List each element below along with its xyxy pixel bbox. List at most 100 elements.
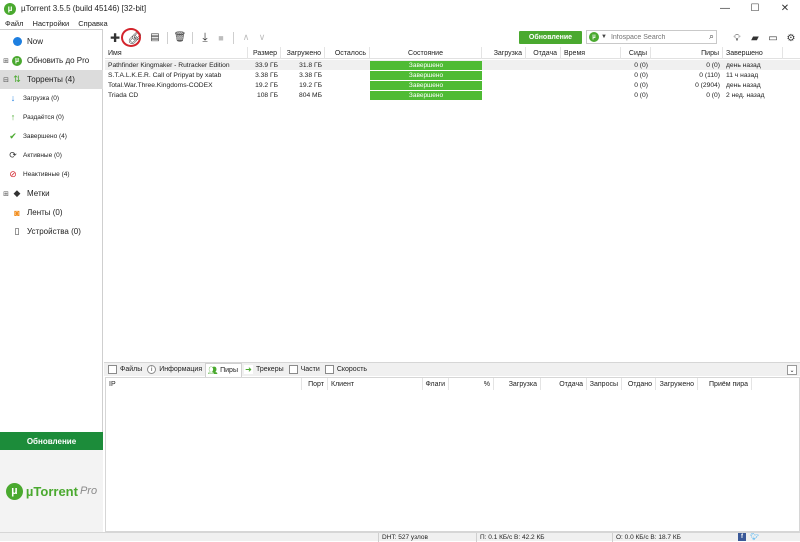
col-requests[interactable]: Запросы — [587, 378, 622, 390]
torrent-size: 3.38 ГБ — [255, 71, 278, 79]
utorrent-pro-promo[interactable]: µ µTorrent Pro — [0, 450, 103, 532]
torrent-size: 108 ГБ — [256, 91, 278, 99]
sidebar-item-label: Раздаётся (0) — [23, 113, 64, 121]
download-start-icon[interactable]: ⤓ — [197, 30, 213, 46]
sidebar-item-labels[interactable]: ⊞ ◆ Метки — [0, 184, 103, 203]
stop-icon[interactable]: ■ — [213, 30, 229, 46]
chevron-down-icon[interactable]: ▼ — [601, 34, 607, 40]
table-row[interactable]: Total.War.Three.Kingdoms-CODEX 19.2 ГБ 1… — [105, 80, 800, 90]
col-peer-upload[interactable]: Отдача — [541, 378, 587, 390]
col-name[interactable]: Имя — [105, 47, 248, 59]
table-row[interactable]: Pathfinder Kingmaker - Rutracker Edition… — [105, 60, 800, 70]
sidebar-item-label: Загрузка (0) — [23, 94, 60, 102]
expand-icon[interactable]: ⊞ — [2, 57, 10, 65]
col-uploaded[interactable]: Отдано — [622, 378, 656, 390]
create-torrent-icon[interactable]: ▤ — [147, 30, 163, 46]
expand-icon[interactable]: ⊞ — [2, 190, 10, 198]
col-downloaded[interactable]: Загружено — [656, 378, 698, 390]
sidebar-item-now[interactable]: Now — [0, 32, 103, 51]
move-down-icon[interactable]: ∨ — [254, 30, 270, 46]
collapse-panel-icon[interactable]: ⌄ — [787, 365, 797, 375]
search-input[interactable] — [610, 33, 707, 41]
search-provider-icon[interactable]: µ — [589, 32, 599, 42]
chat-icon[interactable]: ▰ — [746, 30, 764, 46]
tab-label: Пиры — [220, 366, 238, 374]
table-row[interactable]: S.T.A.L.K.E.R. Call of Pripyat by xatab … — [105, 70, 800, 80]
table-row[interactable]: Triada CD 108 ГБ 804 МБ Завершено 0 (0) … — [105, 90, 800, 100]
search-icon[interactable]: ⌕ — [709, 31, 714, 42]
rss-feed-icon: ◙ — [14, 207, 20, 218]
col-port[interactable]: Порт — [302, 378, 328, 390]
window-title: µTorrent 3.5.5 (build 45146) [32-bit] — [21, 4, 147, 13]
col-ip[interactable]: IP — [106, 378, 302, 390]
speed-graph-icon — [324, 365, 334, 374]
col-peer-dl[interactable]: Приём пира — [698, 378, 752, 390]
col-percent[interactable]: % — [449, 378, 494, 390]
torrent-seeds: 0 (0) — [634, 81, 648, 89]
col-downloaded[interactable]: Загружено — [281, 47, 325, 59]
toolbar-update-button[interactable]: Обновление — [519, 31, 582, 44]
tab-info[interactable]: i Информация — [145, 363, 205, 377]
col-download-speed[interactable]: Загрузка — [482, 47, 526, 59]
torrent-seeds: 0 (0) — [634, 91, 648, 99]
sidebar-item-label: Завершено (4) — [23, 132, 67, 140]
sidebar-item-feeds[interactable]: ◙ Ленты (0) — [0, 203, 103, 222]
col-peer-download[interactable]: Загрузка — [494, 378, 541, 390]
sidebar-item-seeding[interactable]: ↑ Раздаётся (0) — [0, 109, 103, 125]
remote-screen-icon[interactable]: ▭ — [764, 30, 782, 46]
status-badge: Завершено — [370, 71, 482, 80]
menu-help[interactable]: Справка — [78, 19, 107, 28]
sidebar-item-active[interactable]: ⟳ Активные (0) — [0, 147, 103, 163]
menu-settings[interactable]: Настройки — [32, 19, 69, 28]
search-box[interactable]: µ ▼ ⌕ — [586, 30, 717, 44]
close-button[interactable]: ✕ — [770, 0, 800, 17]
move-up-icon[interactable]: ∧ — [238, 30, 254, 46]
tab-trackers[interactable]: ➜ Трекеры — [242, 363, 287, 377]
collapse-icon[interactable]: ⊟ — [2, 76, 10, 84]
facebook-icon[interactable]: f — [738, 533, 746, 541]
tab-label: Части — [300, 366, 320, 373]
col-peers[interactable]: Пиры — [651, 47, 723, 59]
tab-pieces[interactable]: Части — [287, 363, 323, 377]
torrent-size: 19.2 ГБ — [255, 81, 278, 89]
menu-file[interactable]: Файл — [5, 19, 23, 28]
inactive-icon: ⊘ — [9, 168, 17, 179]
sidebar-item-upgrade-pro[interactable]: ⊞ µ Обновить до Pro — [0, 51, 103, 70]
lightbulb-icon[interactable]: 💡︎ — [728, 30, 746, 46]
sidebar-upgrade-button[interactable]: Обновление — [0, 432, 103, 450]
tab-peers[interactable]: 👥︎ Пиры — [205, 362, 242, 377]
delete-trash-icon[interactable]: 🗑︎ — [172, 30, 188, 46]
col-client[interactable]: Клиент — [328, 378, 423, 390]
tab-files[interactable]: Файлы — [106, 363, 145, 377]
sidebar-item-devices[interactable]: ▯ Устройства (0) — [0, 222, 103, 241]
col-size[interactable]: Размер — [248, 47, 281, 59]
col-remaining[interactable]: Осталось — [325, 47, 370, 59]
label-tag-icon: ◆ — [13, 188, 21, 198]
torrent-completed: день назад — [726, 61, 761, 69]
detail-tabs: Файлы i Информация 👥︎ Пиры ➜ Трекеры Час… — [104, 362, 800, 377]
utorrent-logo-icon: µ — [5, 482, 23, 500]
col-upload-speed[interactable]: Отдача — [526, 47, 561, 59]
twitter-icon[interactable]: 🐦︎ — [750, 533, 759, 541]
sidebar-item-inactive[interactable]: ⊘ Неактивные (4) — [0, 166, 103, 182]
col-completed[interactable]: Завершено — [723, 47, 783, 59]
torrent-downloaded: 3.38 ГБ — [299, 71, 322, 79]
minimize-button[interactable]: — — [710, 0, 740, 17]
peers-table: IP Порт Клиент Флаги % Загрузка Отдача З… — [105, 377, 800, 532]
torrent-seeds: 0 (0) — [634, 61, 648, 69]
active-refresh-icon: ⟳ — [9, 149, 17, 160]
col-seeds[interactable]: Сиды — [621, 47, 651, 59]
peers-icon: 👥︎ — [207, 365, 218, 375]
sidebar-item-completed[interactable]: ✔ Завершено (4) — [0, 128, 103, 144]
pieces-icon — [288, 365, 298, 374]
col-flags[interactable]: Флаги — [423, 378, 449, 390]
gear-icon[interactable]: ⚙ — [782, 30, 800, 46]
tab-speed[interactable]: Скорость — [323, 363, 370, 377]
sidebar-item-torrents[interactable]: ⊟ ⇅ Торренты (4) — [0, 70, 103, 89]
col-status[interactable]: Состояние — [370, 47, 482, 59]
col-eta[interactable]: Время — [561, 47, 621, 59]
tab-label: Информация — [159, 366, 203, 373]
maximize-button[interactable]: ☐ — [740, 0, 770, 17]
sidebar-item-downloading[interactable]: ↓ Загрузка (0) — [0, 90, 103, 106]
device-icon: ▯ — [14, 226, 20, 236]
